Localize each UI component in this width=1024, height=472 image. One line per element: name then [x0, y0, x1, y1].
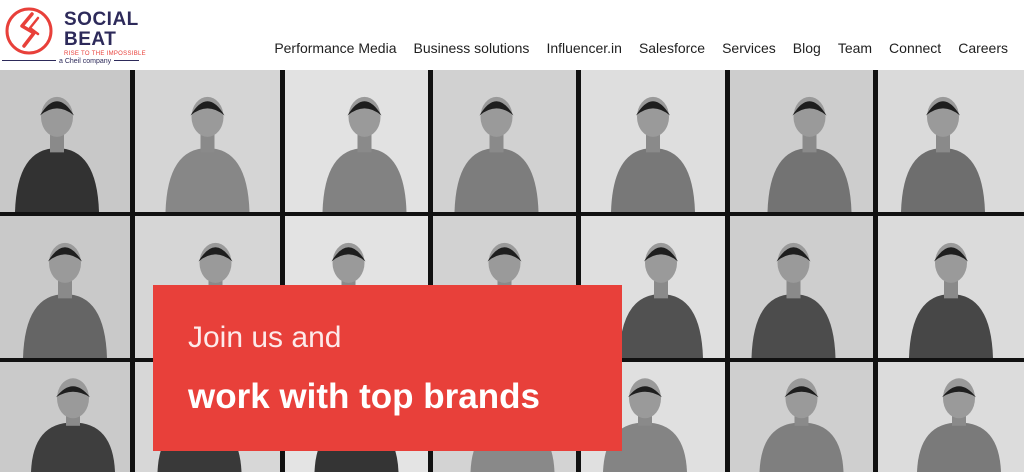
team-photo: [730, 216, 873, 358]
nav-connect[interactable]: Connect: [889, 40, 941, 56]
team-photo: [878, 70, 1024, 212]
careers-hero-banner: Join us and work with top brands: [153, 285, 622, 451]
brand-name-line1: SOCIAL: [64, 9, 139, 30]
team-photo: [0, 70, 130, 212]
nav-blog[interactable]: Blog: [793, 40, 821, 56]
nav-services[interactable]: Services: [722, 40, 776, 56]
team-photo: [878, 362, 1024, 472]
team-photo: [730, 70, 873, 212]
site-header: SOCIAL BEAT RISE TO THE IMPOSSIBLE a Che…: [0, 0, 1024, 70]
brand-tagline: RISE TO THE IMPOSSIBLE: [64, 51, 146, 57]
nav-careers[interactable]: Careers: [958, 40, 1008, 56]
cheil-company-label: a Cheil company: [56, 58, 115, 65]
team-photo: [581, 70, 725, 212]
nav-business-solutions[interactable]: Business solutions: [413, 40, 529, 56]
nav-team[interactable]: Team: [838, 40, 872, 56]
main-nav: Performance Media Business solutions Inf…: [274, 40, 1008, 56]
team-photo: [433, 70, 576, 212]
nav-salesforce[interactable]: Salesforce: [639, 40, 705, 56]
team-photo: [0, 216, 130, 358]
brand-name-line2: BEAT: [64, 29, 117, 50]
team-photo: [730, 362, 873, 472]
nav-performance-media[interactable]: Performance Media: [274, 40, 396, 56]
hero-line1: Join us and: [188, 321, 342, 354]
team-photo: [0, 362, 130, 472]
team-photo: [285, 70, 428, 212]
nav-influencer[interactable]: Influencer.in: [546, 40, 622, 56]
team-photo: [135, 70, 280, 212]
team-photo: [878, 216, 1024, 358]
hero-line2: work with top brands: [188, 377, 540, 416]
logo-mark-icon: [5, 7, 53, 55]
